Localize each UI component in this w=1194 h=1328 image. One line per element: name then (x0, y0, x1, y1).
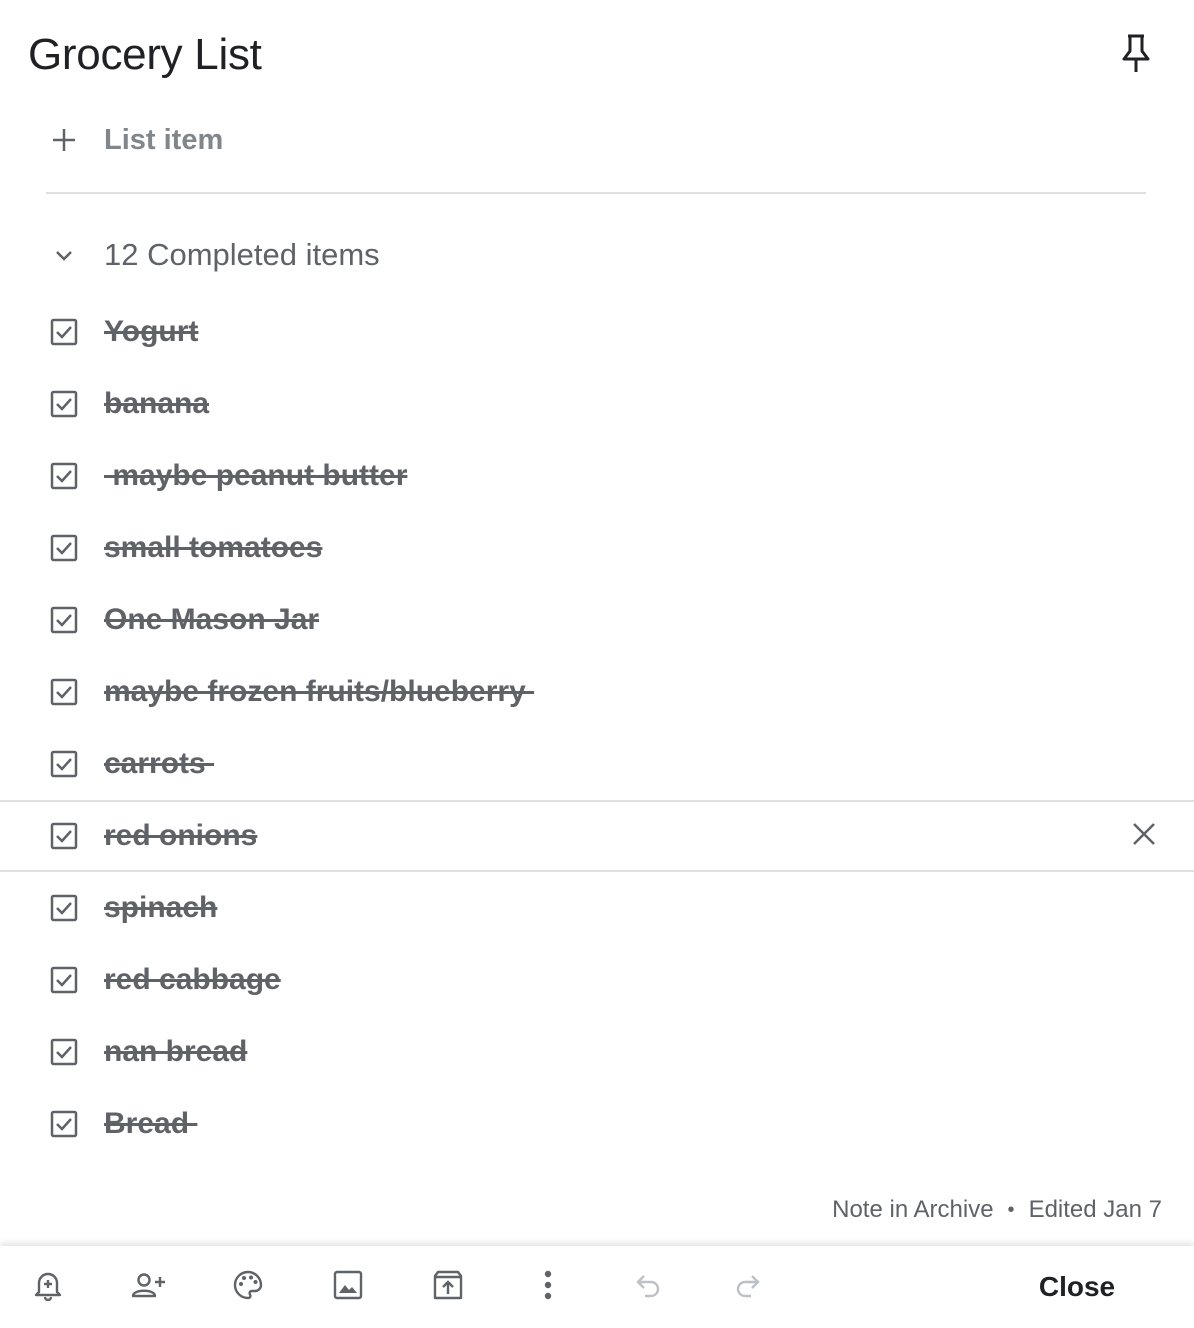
unarchive-icon (433, 1270, 463, 1305)
palette-icon (232, 1269, 264, 1306)
checkbox-checked-icon[interactable] (46, 1034, 82, 1070)
image-icon (333, 1270, 363, 1305)
add-image-button[interactable] (324, 1263, 372, 1311)
note-location: Note in Archive (832, 1196, 994, 1223)
completed-items-list: Yogurt banana maybe peanut butter small … (0, 296, 1194, 1160)
delete-item-button[interactable] (1124, 816, 1164, 856)
pin-icon (1119, 33, 1153, 78)
remind-me-button[interactable] (24, 1263, 72, 1311)
list-item: maybe frozen fruits/blueberry (0, 656, 1194, 728)
checkbox-checked-icon[interactable] (46, 602, 82, 638)
background-options-button[interactable] (224, 1263, 272, 1311)
more-vert-icon (543, 1269, 553, 1306)
list-item-focused: red onions (0, 800, 1194, 872)
checkbox-checked-icon[interactable] (46, 962, 82, 998)
checkbox-checked-icon[interactable] (46, 746, 82, 782)
note-editor: Grocery List List item 12 Completed item… (0, 0, 1194, 1328)
list-item: Yogurt (0, 296, 1194, 368)
edited-timestamp: Edited Jan 7 (1028, 1196, 1162, 1223)
note-toolbar: Close (0, 1246, 1194, 1328)
checkbox-checked-icon[interactable] (46, 458, 82, 494)
list-item-text[interactable]: nan bread (104, 1035, 247, 1069)
list-item-text[interactable]: spinach (104, 891, 217, 925)
list-item: small tomatoes (0, 512, 1194, 584)
more-options-button[interactable] (524, 1263, 572, 1311)
list-item-text[interactable]: Bread (104, 1107, 197, 1141)
redo-icon (734, 1272, 762, 1303)
list-item-text[interactable]: small tomatoes (104, 531, 322, 565)
checkbox-checked-icon[interactable] (46, 386, 82, 422)
list-item-text[interactable]: maybe peanut butter (104, 459, 407, 493)
collaborator-button[interactable] (124, 1263, 172, 1311)
checkbox-checked-icon[interactable] (46, 890, 82, 926)
list-item-text[interactable]: red cabbage (104, 963, 281, 997)
remind-me-icon (33, 1269, 63, 1306)
list-item-text[interactable]: maybe frozen fruits/blueberry (104, 675, 534, 709)
list-item: banana (0, 368, 1194, 440)
list-item-text[interactable]: red onions (104, 819, 257, 853)
unarchive-button[interactable] (424, 1263, 472, 1311)
meta-separator: • (1007, 1198, 1015, 1221)
collaborator-icon (130, 1271, 166, 1304)
checkbox-checked-icon[interactable] (46, 818, 82, 854)
list-item: maybe peanut butter (0, 440, 1194, 512)
completed-items-toggle[interactable]: 12 Completed items (46, 232, 380, 278)
close-icon (1131, 821, 1157, 852)
add-list-item-placeholder: List item (104, 123, 224, 156)
list-item-text[interactable]: Yogurt (104, 315, 198, 349)
undo-icon (634, 1272, 662, 1303)
completed-items-count: 12 Completed items (104, 237, 380, 272)
chevron-down-icon (46, 237, 82, 273)
add-list-item-row[interactable]: List item (46, 116, 223, 164)
list-item-text[interactable]: carrots (104, 747, 214, 781)
list-item-text[interactable]: banana (104, 387, 209, 421)
list-item: red cabbage (0, 944, 1194, 1016)
list-item: Bread (0, 1088, 1194, 1160)
undo-button[interactable] (624, 1263, 672, 1311)
checkbox-checked-icon[interactable] (46, 674, 82, 710)
plus-icon (46, 122, 82, 158)
checkbox-checked-icon[interactable] (46, 1106, 82, 1142)
list-item: nan bread (0, 1016, 1194, 1088)
checkbox-checked-icon[interactable] (46, 314, 82, 350)
checkbox-checked-icon[interactable] (46, 530, 82, 566)
pin-note-button[interactable] (1114, 30, 1158, 80)
redo-button[interactable] (724, 1263, 772, 1311)
note-title[interactable]: Grocery List (28, 28, 262, 82)
list-item-text[interactable]: One Mason Jar (104, 603, 319, 637)
note-metadata: Note in Archive • Edited Jan 7 (832, 1196, 1162, 1224)
divider (46, 192, 1146, 194)
list-item: One Mason Jar (0, 584, 1194, 656)
close-button[interactable]: Close (1010, 1260, 1144, 1314)
list-item: spinach (0, 872, 1194, 944)
list-item: carrots (0, 728, 1194, 800)
